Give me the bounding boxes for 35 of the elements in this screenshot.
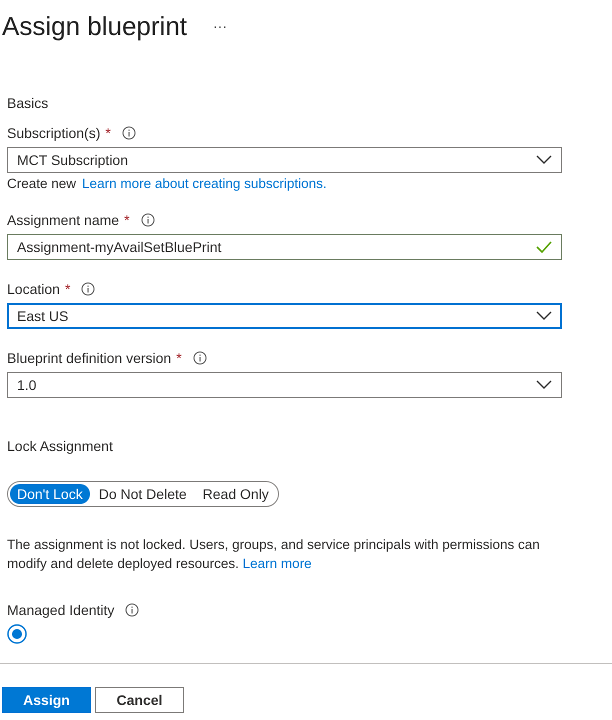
required-asterisk: * <box>176 350 182 366</box>
assign-button[interactable]: Assign <box>2 687 91 713</box>
helper-text: Create new <box>7 176 76 191</box>
required-asterisk: * <box>64 281 70 297</box>
field-label: Subscription(s) <box>7 125 100 141</box>
info-icon[interactable] <box>122 126 136 140</box>
input-field[interactable]: Assignment-myAvailSetBluePrint <box>7 234 562 260</box>
dropdown-field[interactable]: MCT Subscription <box>7 147 562 173</box>
learn-more-link[interactable]: Learn more about creating subscriptions. <box>82 176 327 191</box>
lock-option[interactable]: Do Not Delete <box>92 484 194 504</box>
radio-button[interactable] <box>7 624 27 644</box>
lock-option[interactable]: Don't Lock <box>10 484 90 504</box>
chevron-down-icon <box>536 155 552 165</box>
chevron-down-icon <box>536 311 552 321</box>
more-button[interactable]: ··· <box>209 18 231 34</box>
field-label: Blueprint definition version <box>7 350 172 366</box>
info-icon[interactable] <box>192 351 207 365</box>
info-icon[interactable] <box>125 603 140 617</box>
lock-option[interactable]: Read Only <box>196 484 276 504</box>
cancel-button[interactable]: Cancel <box>95 687 184 713</box>
dropdown-field[interactable]: East US <box>7 303 562 329</box>
required-asterisk: * <box>124 212 130 228</box>
section-heading: Basics <box>7 95 50 113</box>
required-asterisk: * <box>105 125 111 141</box>
dropdown-field[interactable]: 1.0 <box>7 372 562 398</box>
chevron-down-icon <box>536 380 552 390</box>
page-title: Assign blueprint <box>2 10 187 42</box>
lock-description: The assignment is not locked. Users, groups, and service principals with permissions can modify and delete deployed resources. Learn more <box>7 536 541 573</box>
field-label: Location <box>7 281 60 297</box>
field-label: Managed Identity <box>7 602 114 618</box>
learn-more-link[interactable]: Learn more <box>242 556 312 571</box>
field-label: Assignment name <box>7 212 120 228</box>
section-label: Lock Assignment <box>7 438 114 454</box>
info-icon[interactable] <box>140 213 155 227</box>
info-icon[interactable] <box>81 282 96 296</box>
